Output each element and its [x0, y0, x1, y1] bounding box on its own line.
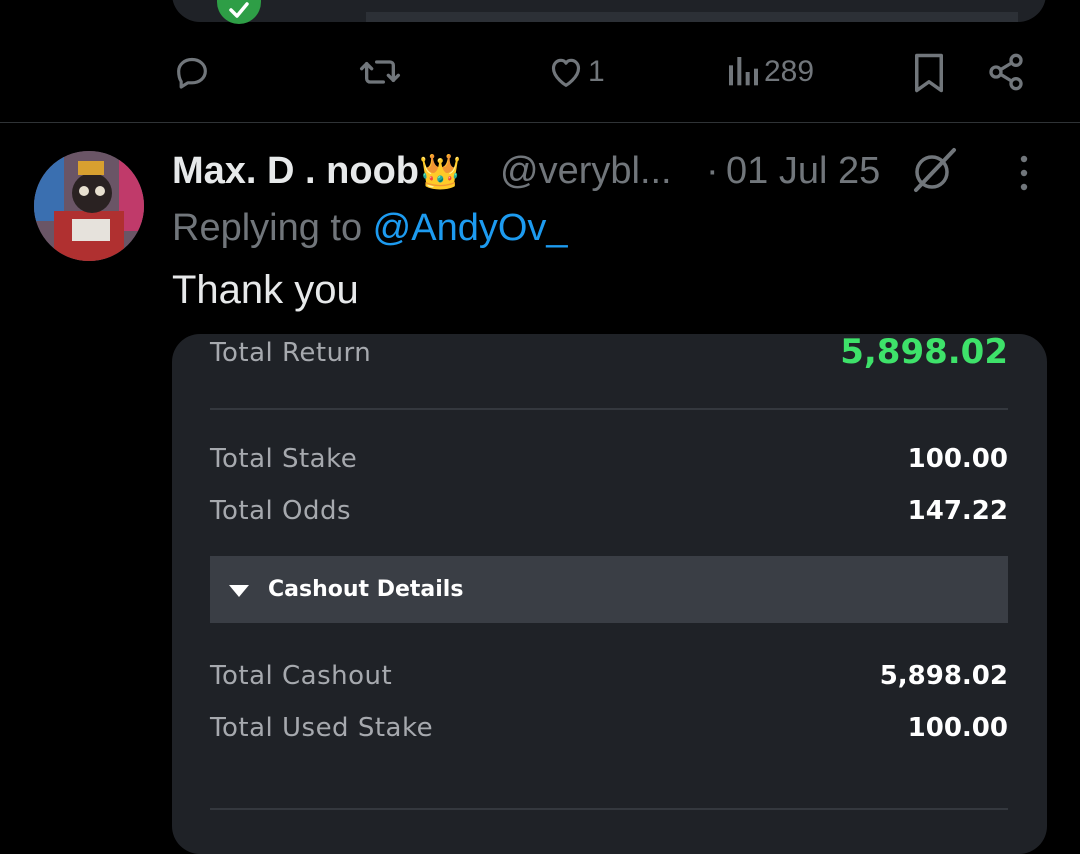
views-icon: [729, 57, 758, 86]
previous-media-bar: [366, 12, 1018, 22]
total-return-value: 5,898.02: [840, 332, 1008, 372]
total-odds-label: Total Odds: [210, 496, 352, 526]
retweet-button[interactable]: [358, 52, 402, 92]
bet-divider-bottom: [210, 808, 1008, 810]
retweet-icon: [359, 60, 400, 84]
total-stake-label: Total Stake: [210, 444, 358, 474]
separator-dot: ·: [706, 150, 719, 192]
grok-icon[interactable]: [908, 146, 958, 199]
total-cashout-value: 5,898.02: [879, 661, 1008, 691]
bookmark-button[interactable]: [910, 52, 948, 94]
like-count: 1: [588, 55, 605, 88]
total-stake-value: 100.00: [907, 444, 1008, 474]
total-cashout-label: Total Cashout: [210, 661, 393, 691]
crown-emoji: 👑: [419, 153, 462, 191]
bookmark-icon: [915, 53, 943, 93]
bet-divider-top: [210, 408, 1008, 410]
display-name-text: Max. D . noob: [172, 150, 419, 192]
share-icon: [989, 53, 1023, 91]
more-icon[interactable]: [1016, 155, 1032, 198]
like-button[interactable]: 1: [546, 52, 605, 92]
views-count: 289: [764, 55, 815, 88]
tweet-text: Thank you: [172, 268, 359, 312]
avatar[interactable]: [34, 151, 144, 261]
caret-down-icon: [228, 584, 250, 603]
total-used-stake-value: 100.00: [907, 713, 1008, 743]
reply-icon: [177, 57, 207, 89]
display-name[interactable]: Max. D . noob👑: [172, 150, 461, 193]
user-handle[interactable]: @verybl...: [500, 150, 672, 193]
share-button[interactable]: [986, 52, 1026, 92]
reply-prefix: Replying to: [172, 207, 373, 249]
heart-icon: [551, 58, 581, 87]
total-return-label: Total Return: [210, 338, 372, 368]
views-button[interactable]: 289: [726, 52, 814, 92]
cashout-details-label: Cashout Details: [268, 577, 464, 602]
reply-button[interactable]: [172, 52, 212, 92]
replying-to: Replying to @AndyOv_: [172, 207, 568, 250]
tweet-date[interactable]: 01 Jul 25: [726, 150, 880, 193]
total-odds-value: 147.22: [907, 496, 1008, 526]
tweet-divider: [0, 122, 1080, 123]
total-used-stake-label: Total Used Stake: [210, 713, 434, 743]
reply-mention-link[interactable]: @AndyOv_: [373, 207, 568, 249]
